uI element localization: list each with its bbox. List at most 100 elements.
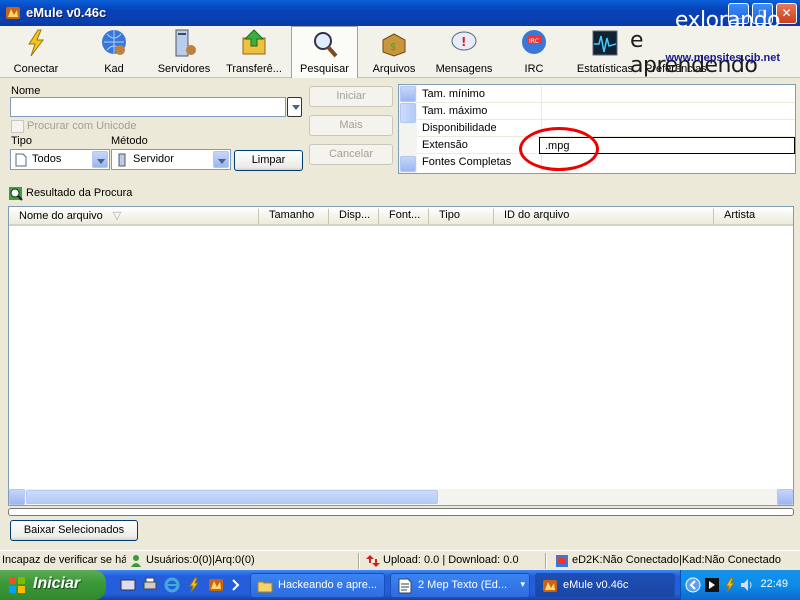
toolbar-messages-button[interactable]: ! Mensagens (430, 26, 498, 78)
toolbar-label: Servidores (157, 63, 211, 75)
type-label: Tipo (11, 135, 32, 147)
toolbar-search-button[interactable]: Pesquisar (291, 26, 358, 78)
document-icon (15, 153, 27, 167)
clock[interactable]: 22:49 (760, 578, 788, 590)
clear-button[interactable]: Limpar (234, 150, 303, 171)
column-header-sources[interactable]: Font... (379, 209, 429, 224)
unicode-checkbox[interactable] (11, 120, 24, 133)
param-row[interactable]: Extensão .mpg (417, 137, 795, 154)
window-title: eMule v0.46c (26, 5, 107, 20)
taskbar-item-emule[interactable]: eMule v0.46c (535, 573, 675, 598)
column-header-type[interactable]: Tipo (429, 209, 494, 224)
taskbar-item-label: Hackeando e apre... (278, 579, 378, 591)
param-key: Disponibilidade (422, 122, 497, 134)
column-header-filename[interactable]: Nome do arquivo ▽ (9, 209, 259, 224)
chevron-right-icon[interactable] (228, 577, 244, 593)
volume-icon[interactable] (739, 577, 755, 593)
column-header-size[interactable]: Tamanho (259, 209, 329, 224)
scroll-thumb[interactable] (26, 490, 438, 504)
lightning-icon[interactable] (186, 577, 202, 593)
status-bar: Incapaz de verificar se há Usuários:0(0)… (0, 550, 800, 570)
scroll-up-icon[interactable] (400, 86, 416, 102)
network-icon (556, 555, 568, 567)
taskbar-item-document[interactable]: 2 Mep Texto (Ed... ▾ (390, 573, 530, 598)
param-value[interactable] (541, 103, 795, 120)
param-row[interactable]: Tam. máximo (417, 103, 795, 120)
messages-icon: ! (451, 31, 477, 51)
scroll-thumb[interactable] (400, 103, 416, 123)
toolbar-files-button[interactable]: $ Arquivos (360, 26, 428, 78)
search-icon (313, 32, 337, 58)
unicode-label: Procurar com Unicode (27, 120, 137, 132)
start-button[interactable]: Iniciar (0, 570, 106, 600)
start-button[interactable]: Iniciar (309, 86, 393, 107)
param-value[interactable] (541, 86, 795, 103)
param-row[interactable]: Fontes Completas (417, 154, 795, 171)
servers-icon (175, 29, 196, 57)
printer-icon[interactable] (142, 577, 158, 593)
param-row[interactable]: Disponibilidade (417, 120, 795, 137)
method-select[interactable]: Servidor (111, 149, 231, 170)
toolbar-kad-button[interactable]: Kad (80, 26, 148, 78)
transfer-arrows-icon (366, 555, 380, 567)
statistics-icon (592, 30, 618, 56)
server-icon (118, 153, 126, 167)
column-header-file-id[interactable]: ID do arquivo (494, 209, 714, 224)
name-history-dropdown[interactable] (287, 97, 302, 117)
status-traffic: Upload: 0.0 | Download: 0.0 (383, 554, 519, 566)
taskbar-item-label: 2 Mep Texto (Ed... (418, 579, 508, 591)
highlight-circle (519, 127, 599, 171)
svg-text:$: $ (390, 42, 396, 53)
scroll-left-icon[interactable] (9, 489, 25, 505)
users-icon (131, 555, 141, 567)
scroll-right-icon[interactable] (777, 489, 793, 505)
group-arrow-icon: ▾ (520, 579, 525, 589)
media-player-icon[interactable] (704, 577, 720, 593)
search-parameters-grid: Tam. mínimo Tam. máximo Disponibilidade … (398, 84, 796, 174)
status-message: Incapaz de verificar se há (2, 554, 126, 566)
method-label: Método (111, 135, 148, 147)
chevron-down-icon (287, 97, 302, 117)
download-selected-button[interactable]: Baixar Selecionados (10, 520, 138, 541)
toolbar-label: Arquivos (372, 63, 416, 75)
more-button[interactable]: Mais (309, 115, 393, 136)
results-horizontal-scrollbar[interactable] (9, 489, 793, 505)
emule-icon (543, 580, 557, 592)
param-key: Tam. máximo (422, 105, 488, 117)
search-name-input[interactable] (10, 97, 286, 117)
emule-app-icon (6, 7, 20, 19)
scroll-down-icon[interactable] (400, 156, 416, 172)
tray-expand-icon[interactable] (685, 577, 701, 593)
toolbar-irc-button[interactable]: IRC IRC (500, 26, 568, 78)
toolbar-transfer-button[interactable]: Transferê... (220, 26, 288, 78)
toolbar-label: Kad (104, 63, 124, 75)
search-progress-bar (8, 508, 794, 516)
kad-globe-icon (102, 30, 126, 55)
cancel-button[interactable]: Cancelar (309, 144, 393, 165)
site-logo: exlorando e aprendendo www.mepsites.cjb.… (630, 8, 781, 78)
column-header-artist[interactable]: Artista (714, 209, 793, 224)
params-scrollbar[interactable] (399, 85, 417, 173)
system-tray: 22:49 (680, 570, 800, 600)
toolbar-connect-button[interactable]: Conectar (2, 26, 70, 78)
files-icon: $ (382, 33, 406, 57)
show-desktop-icon[interactable] (120, 577, 136, 593)
type-select[interactable]: Todos (10, 149, 110, 170)
internet-explorer-icon[interactable] (164, 577, 180, 593)
toolbar-label: Transferê... (226, 63, 282, 75)
toolbar-label: Pesquisar (300, 63, 349, 75)
emule-icon[interactable] (208, 577, 224, 593)
param-row[interactable]: Tam. mínimo (417, 86, 795, 103)
taskbar-item-label: eMule v0.46c (563, 579, 629, 591)
chevron-down-icon (213, 151, 229, 168)
svg-text:IRC: IRC (529, 38, 539, 45)
toolbar-label: Mensagens (435, 63, 493, 75)
svg-text:!: ! (461, 35, 466, 49)
windows-flag-icon (9, 577, 25, 593)
toolbar-servers-button[interactable]: Servidores (150, 26, 218, 78)
column-header-availability[interactable]: Disp... (329, 209, 379, 224)
lightning-icon[interactable] (722, 577, 738, 593)
start-label: Iniciar (33, 575, 81, 592)
taskbar-item-folder[interactable]: Hackeando e apre... (250, 573, 385, 598)
results-list[interactable]: Nome do arquivo ▽ Tamanho Disp... Font...… (8, 206, 794, 506)
